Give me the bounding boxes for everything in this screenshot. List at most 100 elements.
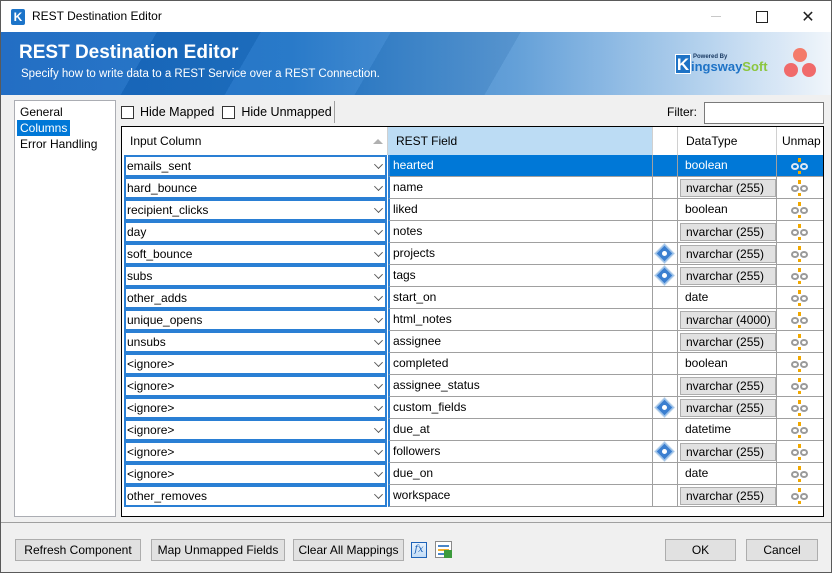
unlink-icon[interactable] [791,422,809,438]
info-diamond-icon[interactable] [655,244,674,263]
rest-field-cell[interactable]: workspace [388,485,653,507]
mapping-row[interactable]: other_adds start_on date [122,287,823,309]
mapping-row[interactable]: recipient_clicks liked boolean [122,199,823,221]
unlink-icon[interactable] [791,466,809,482]
datatype-button[interactable]: nvarchar (255) [680,245,776,263]
info-diamond-icon[interactable] [655,266,674,285]
close-button[interactable]: ✕ [785,1,831,32]
hide-unmapped-checkbox-box[interactable] [222,105,236,119]
chevron-down-icon[interactable] [374,358,383,367]
input-column-dropdown[interactable]: <ignore> [124,353,387,375]
chevron-down-icon[interactable] [374,336,383,345]
unlink-icon[interactable] [791,202,809,218]
input-column-dropdown[interactable]: <ignore> [124,397,387,419]
unlink-icon[interactable] [791,378,809,394]
datatype-button[interactable]: nvarchar (255) [680,377,776,395]
chevron-down-icon[interactable] [374,182,383,191]
expression-fx-icon[interactable]: fx [411,542,427,558]
info-diamond-icon[interactable] [655,442,674,461]
header-unmap[interactable]: Unmap [777,127,823,155]
refresh-component-button[interactable]: Refresh Component [15,539,141,561]
chevron-down-icon[interactable] [374,446,383,455]
input-column-dropdown[interactable]: recipient_clicks [124,199,387,221]
input-column-dropdown[interactable]: soft_bounce [124,243,387,265]
mapping-row[interactable]: other_removes workspace nvarchar (255) [122,485,823,507]
rest-field-cell[interactable]: custom_fields [388,397,653,419]
unlink-icon[interactable] [791,246,809,262]
rest-field-cell[interactable]: tags [388,265,653,287]
header-rest-field[interactable]: REST Field [388,127,653,155]
unlink-icon[interactable] [791,158,809,174]
mapping-row[interactable]: <ignore> assignee_status nvarchar (255) [122,375,823,397]
input-column-dropdown[interactable]: emails_sent [124,155,387,177]
chevron-down-icon[interactable] [374,314,383,323]
hide-mapped-checkbox[interactable]: Hide Mapped [121,105,214,119]
mapping-row[interactable]: soft_bounce projects nvarchar (255) [122,243,823,265]
rest-field-cell[interactable]: assignee [388,331,653,353]
datatype-button[interactable]: nvarchar (255) [680,487,776,505]
input-column-dropdown[interactable]: day [124,221,387,243]
nav-item-columns[interactable]: Columns [17,120,71,136]
chevron-down-icon[interactable] [374,248,383,257]
datatype-button[interactable]: nvarchar (4000) [680,311,776,329]
mapping-row[interactable]: subs tags nvarchar (255) [122,265,823,287]
header-datatype[interactable]: DataType [678,127,777,155]
rest-field-cell[interactable]: name [388,177,653,199]
rest-field-cell[interactable]: hearted [388,155,653,177]
unlink-icon[interactable] [791,312,809,328]
input-column-dropdown[interactable]: unique_opens [124,309,387,331]
rest-field-cell[interactable]: followers [388,441,653,463]
datatype-button[interactable]: nvarchar (255) [680,179,776,197]
unlink-icon[interactable] [791,180,809,196]
cancel-button[interactable]: Cancel [746,539,818,561]
rest-field-cell[interactable]: assignee_status [388,375,653,397]
chevron-down-icon[interactable] [374,402,383,411]
ok-button[interactable]: OK [665,539,736,561]
datatype-button[interactable]: nvarchar (255) [680,267,776,285]
mapping-row[interactable]: unsubs assignee nvarchar (255) [122,331,823,353]
mapping-row[interactable]: <ignore> custom_fields nvarchar (255) [122,397,823,419]
rest-field-cell[interactable]: liked [388,199,653,221]
chevron-down-icon[interactable] [374,424,383,433]
rest-field-cell[interactable]: due_on [388,463,653,485]
input-column-dropdown[interactable]: subs [124,265,387,287]
datatype-button[interactable]: nvarchar (255) [680,223,776,241]
hide-mapped-checkbox-box[interactable] [121,105,134,119]
nav-item-general[interactable]: General [17,104,66,120]
input-column-dropdown[interactable]: <ignore> [124,463,387,485]
unlink-icon[interactable] [791,290,809,306]
input-column-dropdown[interactable]: <ignore> [124,441,387,463]
datatype-button[interactable]: nvarchar (255) [680,333,776,351]
chevron-down-icon[interactable] [374,292,383,301]
rest-field-cell[interactable]: start_on [388,287,653,309]
chevron-down-icon[interactable] [374,490,383,499]
rest-field-cell[interactable]: due_at [388,419,653,441]
unlink-icon[interactable] [791,400,809,416]
filter-input[interactable] [704,102,824,124]
input-column-dropdown[interactable]: other_adds [124,287,387,309]
input-column-dropdown[interactable]: unsubs [124,331,387,353]
header-input-column[interactable]: Input Column [122,127,388,155]
input-column-dropdown[interactable]: hard_bounce [124,177,387,199]
unlink-icon[interactable] [791,488,809,504]
info-diamond-icon[interactable] [655,398,674,417]
chevron-down-icon[interactable] [374,380,383,389]
chevron-down-icon[interactable] [374,468,383,477]
mapping-row[interactable]: unique_opens html_notes nvarchar (4000) [122,309,823,331]
map-unmapped-fields-button[interactable]: Map Unmapped Fields [151,539,285,561]
mapping-row[interactable]: emails_sent hearted boolean [122,155,823,177]
datatype-button[interactable]: nvarchar (255) [680,443,776,461]
chevron-down-icon[interactable] [374,204,383,213]
unlink-icon[interactable] [791,444,809,460]
unlink-icon[interactable] [791,224,809,240]
chevron-down-icon[interactable] [374,160,383,169]
datatype-button[interactable]: nvarchar (255) [680,399,776,417]
input-column-dropdown[interactable]: <ignore> [124,375,387,397]
export-mapping-icon[interactable] [435,541,452,558]
hide-unmapped-checkbox[interactable]: Hide Unmapped [222,105,332,119]
mapping-row[interactable]: <ignore> followers nvarchar (255) [122,441,823,463]
nav-item-error-handling[interactable]: Error Handling [17,136,100,152]
rest-field-cell[interactable]: notes [388,221,653,243]
mapping-row[interactable]: hard_bounce name nvarchar (255) [122,177,823,199]
mapping-row[interactable]: <ignore> completed boolean [122,353,823,375]
